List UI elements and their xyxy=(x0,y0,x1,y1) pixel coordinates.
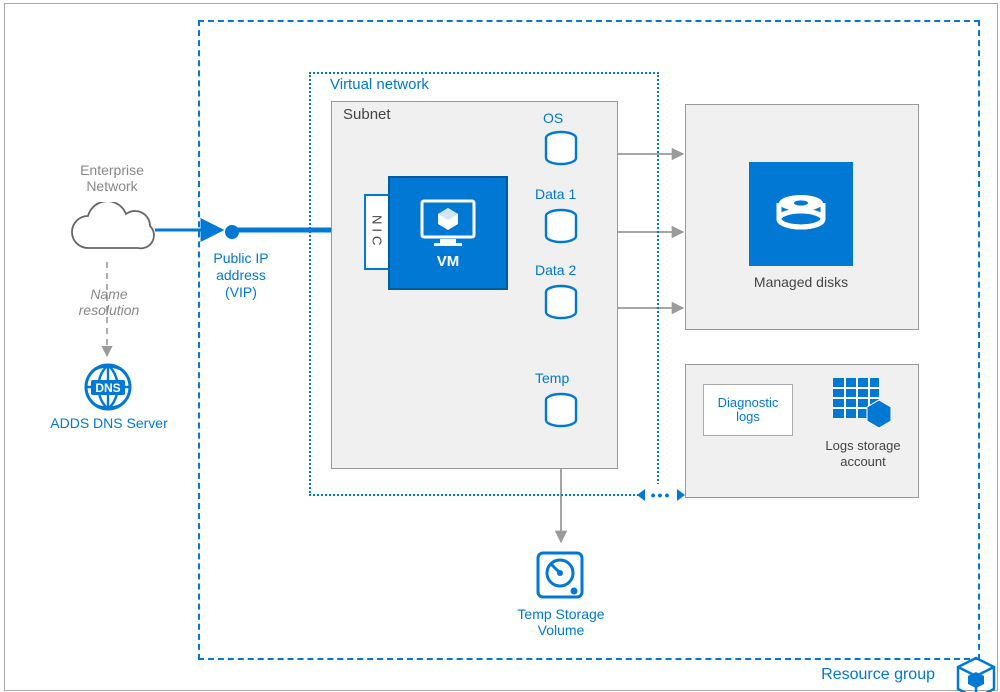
svg-text:DNS: DNS xyxy=(95,381,120,395)
vm-tile: VM xyxy=(388,176,508,290)
nic-label: NIC xyxy=(370,215,385,249)
public-ip-label: Public IP address (VIP) xyxy=(201,250,281,300)
vnet-peering-icon: ••• xyxy=(645,484,677,506)
name-resolution-label: Name resolution xyxy=(69,286,149,318)
os-disk-cylinder-icon xyxy=(543,130,579,170)
temp-disk-cylinder-icon xyxy=(543,392,579,432)
data2-disk-cylinder-icon xyxy=(543,284,579,324)
subnet-label: Subnet xyxy=(343,106,391,123)
temp-disk-label: Temp xyxy=(535,370,569,386)
public-ip-endpoint-icon xyxy=(225,225,239,239)
vm-label: VM xyxy=(437,253,460,270)
nic-box: NIC xyxy=(364,194,390,270)
cloud-icon xyxy=(60,202,160,262)
virtual-network-label: Virtual network xyxy=(330,76,429,93)
dns-globe-icon: DNS xyxy=(82,361,134,413)
logs-storage-account-label: Logs storage account xyxy=(811,438,915,469)
os-disk-label: OS xyxy=(543,110,563,126)
resource-group-cube-icon xyxy=(952,654,1000,692)
temp-storage-volume-icon xyxy=(532,547,588,603)
temp-storage-volume-label: Temp Storage Volume xyxy=(501,606,621,638)
data1-disk-cylinder-icon xyxy=(543,208,579,248)
enterprise-network-label: Enterprise Network xyxy=(67,162,157,194)
data2-disk-label: Data 2 xyxy=(535,262,576,278)
diagnostic-logs-label: Diagnostic logs xyxy=(704,396,792,425)
peering-dots: ••• xyxy=(651,487,672,503)
dns-server-label: ADDS DNS Server xyxy=(39,415,179,431)
data1-disk-label: Data 1 xyxy=(535,186,576,202)
logs-storage-account-icon xyxy=(831,376,893,434)
resource-group-label: Resource group xyxy=(821,666,935,684)
managed-disks-icon xyxy=(749,162,853,266)
vm-monitor-icon xyxy=(418,197,478,249)
diagram-canvas: Resource group Virtual network Subnet Ma… xyxy=(4,3,998,691)
managed-disks-label: Managed disks xyxy=(685,274,917,292)
diagnostic-logs-card: Diagnostic logs xyxy=(703,384,793,436)
